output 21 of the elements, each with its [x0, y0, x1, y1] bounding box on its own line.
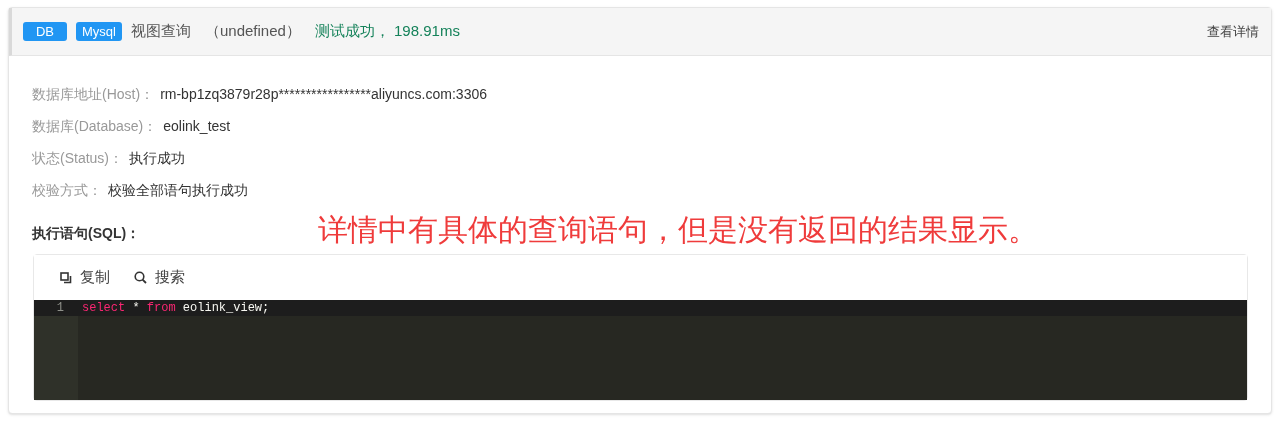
field-value: eolink_test — [163, 116, 231, 136]
query-subtitle: （undefined） — [204, 21, 301, 42]
tag: Mysql — [76, 22, 122, 41]
field-label: 校验方式： — [32, 180, 102, 200]
sql-label: 执行语句(SQL)： — [32, 223, 142, 243]
field-value: rm-bp1zq3879r28p*****************aliyuncs.com:3306 — [160, 84, 487, 104]
toolbar-button[interactable]: 复制 — [60, 266, 110, 289]
copy-icon — [60, 271, 72, 284]
field-value: 校验全部语句执行成功 — [108, 180, 248, 200]
toolbar-button[interactable]: 搜索 — [134, 266, 185, 289]
field-label: 数据库(Database)： — [32, 116, 158, 136]
field-label: 状态(Status)： — [32, 148, 123, 168]
search-icon — [134, 271, 147, 284]
test-result: 测试成功， 198.91ms — [314, 21, 460, 42]
line-number: 1 — [56, 300, 64, 317]
query-title: 视图查询 — [130, 21, 191, 42]
view-details-link[interactable]: 查看详情 — [1207, 21, 1259, 42]
tag: DB — [23, 22, 67, 41]
field-value: 执行成功 — [129, 148, 185, 168]
annotation-text: 详情中有具体的查询语句，但是没有返回的结果显示。 — [318, 211, 1038, 248]
field-label: 数据库地址(Host)： — [32, 84, 155, 104]
